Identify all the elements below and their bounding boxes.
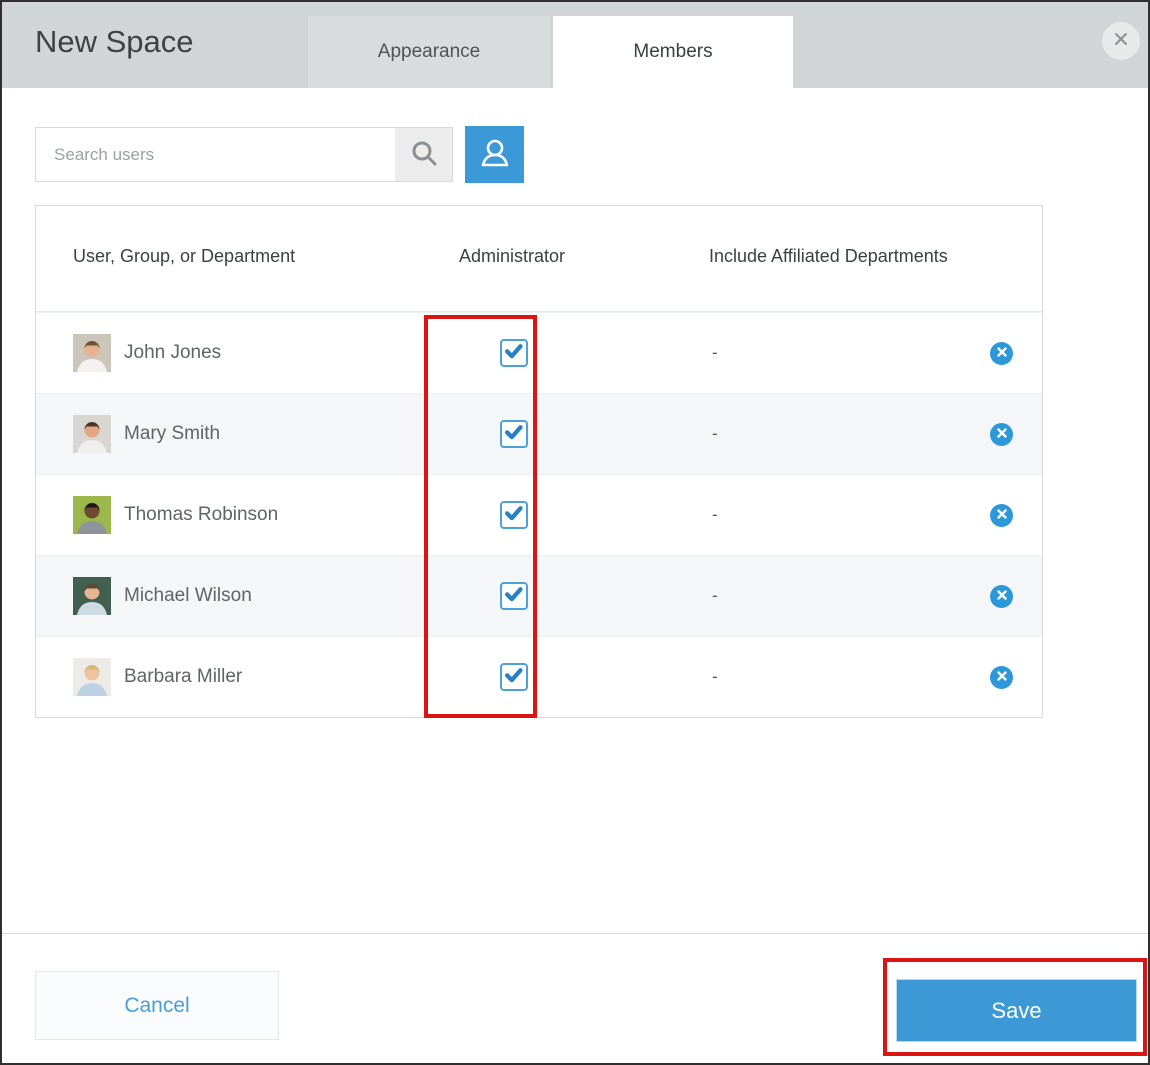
administrator-checkbox[interactable] (500, 420, 528, 448)
remove-member-button[interactable] (990, 504, 1013, 527)
close-button[interactable] (1102, 22, 1140, 60)
tab-members-label: Members (633, 41, 712, 63)
column-header-user: User, Group, or Department (36, 206, 426, 272)
member-name: John Jones (124, 342, 221, 364)
table-header-row: User, Group, or Department Administrator… (36, 206, 1042, 312)
footer-divider (2, 933, 1148, 934)
member-name: Mary Smith (124, 423, 220, 445)
members-table: User, Group, or Department Administrator… (35, 205, 1043, 718)
search-button[interactable] (395, 128, 452, 181)
remove-cell (961, 585, 1042, 608)
column-header-remove (961, 206, 1042, 241)
administrator-cell (426, 501, 676, 529)
remove-cell (961, 342, 1042, 365)
administrator-checkbox[interactable] (500, 339, 528, 367)
administrator-cell (426, 582, 676, 610)
page-title: New Space (35, 24, 194, 60)
new-space-dialog: New Space Appearance Members User, Group… (0, 0, 1150, 1065)
table-row: Michael Wilson - (36, 555, 1042, 636)
check-icon (502, 501, 526, 530)
table-row: John Jones - (36, 312, 1042, 393)
avatar (73, 334, 111, 372)
remove-member-button[interactable] (990, 585, 1013, 608)
avatar (73, 415, 111, 453)
close-icon (1112, 30, 1130, 53)
dialog-header: New Space Appearance Members (2, 2, 1148, 88)
administrator-checkbox[interactable] (500, 582, 528, 610)
user-cell: Michael Wilson (36, 577, 426, 615)
member-name: Michael Wilson (124, 585, 252, 607)
user-cell: Mary Smith (36, 415, 426, 453)
user-cell: Barbara Miller (36, 658, 426, 696)
remove-cell (961, 666, 1042, 689)
administrator-checkbox[interactable] (500, 663, 528, 691)
remove-icon (996, 670, 1008, 685)
search-bar (35, 127, 453, 182)
administrator-checkbox[interactable] (500, 501, 528, 529)
tab-appearance-label: Appearance (378, 41, 480, 63)
remove-icon (996, 589, 1008, 604)
affiliated-cell: - (676, 586, 961, 606)
remove-member-button[interactable] (990, 423, 1013, 446)
remove-icon (996, 427, 1008, 442)
table-row: Barbara Miller - (36, 636, 1042, 717)
check-icon (502, 663, 526, 692)
tab-members[interactable]: Members (553, 16, 793, 88)
remove-member-button[interactable] (990, 342, 1013, 365)
remove-cell (961, 504, 1042, 527)
check-icon (502, 339, 526, 368)
add-user-icon (477, 135, 513, 174)
remove-icon (996, 508, 1008, 523)
column-header-administrator: Administrator (426, 206, 676, 272)
administrator-cell (426, 663, 676, 691)
cancel-button[interactable]: Cancel (35, 971, 279, 1040)
remove-icon (996, 346, 1008, 361)
tab-appearance[interactable]: Appearance (308, 16, 550, 88)
avatar (73, 658, 111, 696)
column-header-affiliated: Include Affiliated Departments (676, 206, 961, 272)
affiliated-cell: - (676, 505, 961, 525)
affiliated-cell: - (676, 424, 961, 444)
affiliated-cell: - (676, 343, 961, 363)
search-input[interactable] (36, 128, 395, 181)
affiliated-cell: - (676, 667, 961, 687)
user-cell: John Jones (36, 334, 426, 372)
user-cell: Thomas Robinson (36, 496, 426, 534)
member-name: Thomas Robinson (124, 504, 278, 526)
check-icon (502, 582, 526, 611)
remove-cell (961, 423, 1042, 446)
search-icon (410, 139, 438, 170)
administrator-cell (426, 339, 676, 367)
add-user-button[interactable] (465, 126, 524, 183)
check-icon (502, 420, 526, 449)
save-button[interactable]: Save (896, 979, 1137, 1042)
avatar (73, 496, 111, 534)
avatar (73, 577, 111, 615)
remove-member-button[interactable] (990, 666, 1013, 689)
table-row: Thomas Robinson - (36, 474, 1042, 555)
member-name: Barbara Miller (124, 666, 242, 688)
table-row: Mary Smith - (36, 393, 1042, 474)
administrator-cell (426, 420, 676, 448)
